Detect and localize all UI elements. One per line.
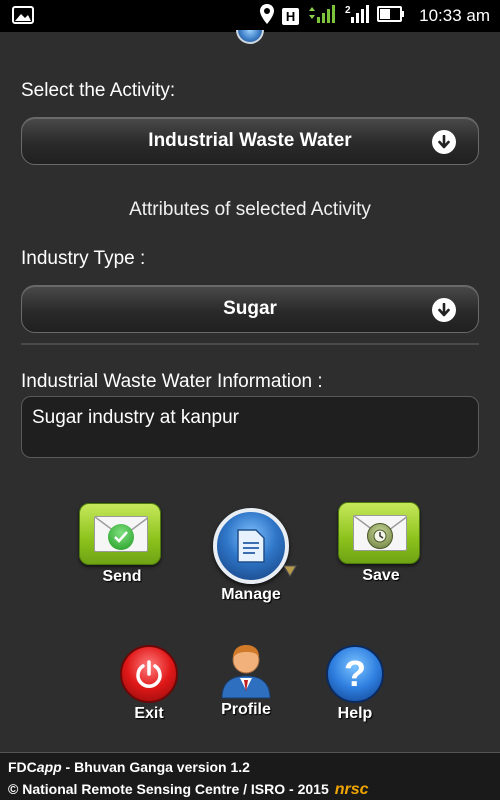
battery-icon: [377, 5, 405, 27]
activity-dropdown[interactable]: Industrial Waste Water: [21, 117, 479, 165]
manage-button[interactable]: Manage: [209, 508, 297, 604]
save-button[interactable]: Save: [338, 502, 424, 585]
send-label: Send: [102, 568, 142, 585]
attributes-heading: Attributes of selected Activity: [129, 199, 371, 220]
copyright-line: © National Remote Sensing Centre / ISRO …: [8, 781, 369, 799]
manage-label: Manage: [221, 586, 281, 603]
app-name-suffix: app: [36, 759, 62, 775]
document-icon: [213, 508, 289, 584]
signal-sim2-icon: 2: [345, 3, 370, 30]
signal-sim1-icon: 1: [307, 3, 337, 30]
copyright-text: © National Remote Sensing Centre / ISRO …: [8, 781, 329, 797]
question-mark-icon: ?: [326, 645, 384, 703]
industry-type-dropdown[interactable]: Sugar: [21, 285, 479, 333]
divider: [21, 343, 479, 345]
info-textarea[interactable]: Sugar industry at kanpur: [21, 396, 479, 458]
save-tile: [338, 502, 420, 564]
arrow-down-circle-icon: [432, 130, 456, 154]
location-icon: [260, 3, 275, 29]
profile-label: Profile: [221, 701, 271, 718]
arrow-down-circle-icon: [432, 298, 456, 322]
activity-dropdown-value: Industrial Waste Water: [148, 130, 352, 151]
help-button[interactable]: ? Help: [324, 645, 386, 723]
network-type-badge: H: [282, 7, 300, 25]
send-tile: [79, 503, 161, 565]
industry-type-label: Industry Type :: [21, 248, 146, 269]
profile-button[interactable]: Profile: [214, 640, 278, 719]
exit-label: Exit: [134, 705, 164, 722]
gallery-icon: [12, 6, 34, 24]
small-triangle-icon: [283, 564, 297, 582]
user-avatar-icon: [216, 640, 276, 700]
scroll-top-indicator: [236, 30, 264, 44]
version-text: - Bhuvan Ganga version 1.2: [61, 759, 250, 775]
exit-button[interactable]: Exit: [118, 645, 180, 723]
footer: FDCapp - Bhuvan Ganga version 1.2 © Nati…: [0, 752, 500, 800]
svg-text:1: 1: [318, 4, 323, 14]
power-icon: [120, 645, 178, 703]
app-version-text: FDCapp - Bhuvan Ganga version 1.2: [8, 759, 250, 775]
activity-label: Select the Activity:: [21, 80, 176, 101]
nrsc-logo: nrsc: [334, 781, 369, 798]
status-icons: H 1 2 10:33 am: [260, 0, 490, 32]
send-button[interactable]: Send: [79, 503, 165, 586]
status-time: 10:33 am: [419, 6, 490, 25]
info-label: Industrial Waste Water Information :: [21, 371, 323, 392]
status-bar: H 1 2 10:33 am: [0, 0, 500, 32]
save-label: Save: [362, 567, 400, 584]
app-name-prefix: FDC: [8, 759, 37, 775]
help-label: Help: [337, 705, 373, 722]
industry-type-dropdown-value: Sugar: [223, 298, 277, 319]
svg-text:2: 2: [345, 5, 351, 16]
